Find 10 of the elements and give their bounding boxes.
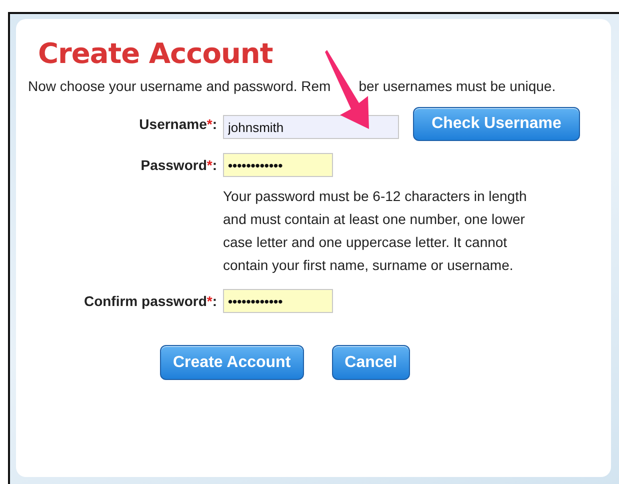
field-label: Username*: bbox=[138, 116, 217, 132]
field-label: Confirm password*: bbox=[82, 293, 217, 309]
password-field[interactable]: •••••••••••• bbox=[223, 289, 333, 313]
instructions-text: Now choose your username and password. Rem bbox=[28, 78, 331, 94]
page-title: Create Account bbox=[38, 37, 274, 70]
password-help-text: Your password must be 6-12 characters in length and must contain at least one number, one lower case letter and one uppercase letter. It cannot contain your first name, surname or username. bbox=[223, 187, 528, 275]
username-field[interactable]: johnsmith bbox=[223, 115, 399, 139]
field-label: Password*: bbox=[140, 157, 217, 173]
instructions-text: ber usernames must be unique. bbox=[358, 78, 556, 94]
password-field[interactable]: •••••••••••• bbox=[223, 153, 333, 177]
